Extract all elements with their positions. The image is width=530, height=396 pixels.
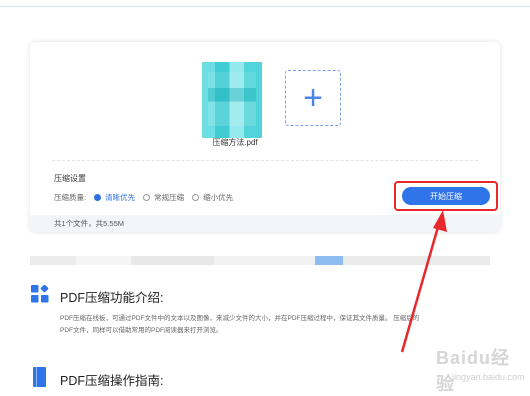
apps-icon — [31, 285, 49, 303]
option-clear-first[interactable]: 清晰优先 — [94, 192, 135, 203]
option-label: 缩小优先 — [203, 193, 234, 202]
card-footer: 共1个文件，共5.55M — [30, 215, 500, 232]
book-icon — [33, 367, 46, 387]
section-title-features: PDF压缩功能介绍: — [60, 291, 164, 305]
card-divider — [52, 160, 478, 161]
top-divider — [0, 6, 530, 7]
option-smaller-first[interactable]: 缩小优先 — [192, 192, 233, 203]
radio-selected-icon[interactable] — [94, 194, 102, 201]
watermark-text: Baidu经验 — [436, 348, 511, 394]
radio-icon[interactable] — [192, 194, 200, 201]
file-summary: 共1个文件，共5.55M — [54, 219, 125, 228]
plus-icon: + — [303, 79, 323, 117]
body-line: PDF文件，同样可以借助常用的PDF阅读器来打开浏览。 — [60, 327, 223, 334]
option-label: 常规压缩 — [154, 193, 185, 202]
add-file-button[interactable]: + — [285, 70, 341, 126]
quality-label: 压缩质量: — [54, 193, 87, 202]
radio-icon[interactable] — [143, 194, 151, 201]
option-normal[interactable]: 常规压缩 — [143, 192, 184, 203]
baidu-watermark: Baidu经验 jingyan.baidu.com — [418, 342, 528, 394]
settings-title: 压缩设置 — [54, 174, 86, 183]
highlight-box — [394, 181, 498, 211]
pdf-thumbnail — [202, 62, 262, 138]
watermark-url: jingyan.baidu.com — [452, 372, 525, 382]
body-line: PDF压缩在线板，可通过PDF文件中的文本以及图像，来减少文件的大小，并在PDF… — [60, 315, 420, 322]
file-name: 压缩方法.pdf — [212, 138, 258, 147]
quality-options: 压缩质量: 清晰优先 常规压缩 缩小优先 — [54, 192, 233, 203]
section-title-guide: PDF压缩操作指南: — [60, 374, 164, 388]
option-label: 清晰优先 — [105, 193, 136, 202]
blurred-strip — [30, 256, 490, 265]
section-body-features: PDF压缩在线板，可通过PDF文件中的文本以及图像，来减少文件的大小，并在PDF… — [60, 313, 500, 337]
